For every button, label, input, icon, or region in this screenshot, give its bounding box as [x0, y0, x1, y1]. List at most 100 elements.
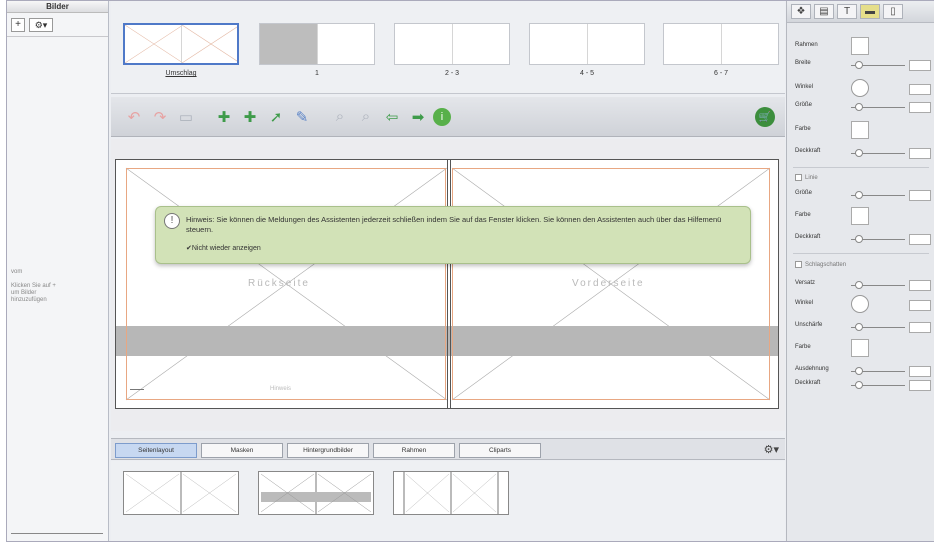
thumbnail-label: 4 - 5: [579, 70, 594, 77]
edit-tool-icon[interactable]: ✎: [291, 106, 313, 128]
images-hint-line4: hinzuzufügen: [11, 297, 47, 303]
property-label: Deckkraft: [795, 380, 821, 386]
line-opacity-slider[interactable]: [851, 235, 905, 243]
slider-knob[interactable]: [855, 323, 863, 331]
angle-value-field[interactable]: [909, 84, 931, 95]
slider-knob[interactable]: [855, 103, 863, 111]
opacity-value-field[interactable]: [909, 148, 931, 159]
offset-slider[interactable]: [851, 281, 905, 289]
thumbnail-label: 2 - 3: [444, 70, 459, 77]
shadow-checkbox[interactable]: [795, 261, 802, 268]
thumbnail-page-4-5[interactable]: [529, 23, 645, 65]
section-label: Schlagschatten: [805, 262, 847, 269]
property-label: Farbe: [795, 344, 811, 350]
images-gear-menu-button[interactable]: ⚙▾: [29, 17, 53, 32]
slider-knob[interactable]: [855, 281, 863, 289]
add-image-box-icon[interactable]: ✚: [213, 106, 235, 128]
shadow-opacity-value-field[interactable]: [909, 380, 931, 391]
text-tab-icon[interactable]: T: [837, 4, 857, 19]
line-size-value-field[interactable]: [909, 190, 931, 201]
spread-value-field[interactable]: [909, 366, 931, 377]
page-marker: [130, 389, 144, 390]
notification-text: Hinweis: Sie können die Meldungen des As…: [186, 215, 722, 234]
redo-icon[interactable]: ↷: [149, 106, 171, 128]
color-swatch[interactable]: [851, 121, 869, 139]
shadow-color-swatch[interactable]: [851, 339, 869, 357]
line-color-swatch[interactable]: [851, 207, 869, 225]
offset-value-field[interactable]: [909, 280, 931, 291]
add-text-box-icon[interactable]: ✚: [239, 106, 261, 128]
size-value-field[interactable]: [909, 102, 931, 113]
slider-knob[interactable]: [855, 367, 863, 375]
tab-backgrounds[interactable]: Hintergrundbilder: [287, 443, 369, 458]
shadow-section-header[interactable]: Schlagschatten: [795, 261, 927, 268]
slider-knob[interactable]: [855, 235, 863, 243]
save-icon[interactable]: ▭: [175, 106, 197, 128]
dont-show-again-checkbox[interactable]: ✔Nicht wieder anzeigen: [186, 244, 261, 252]
line-size-slider[interactable]: [851, 191, 905, 199]
zoom-out-icon[interactable]: ⌕: [355, 106, 377, 128]
slider-knob[interactable]: [855, 61, 863, 69]
gear-icon[interactable]: ⚙▾: [764, 443, 779, 456]
shadow-opacity-slider[interactable]: [851, 381, 905, 389]
thumbnail-page-1[interactable]: [259, 23, 375, 65]
undo-icon[interactable]: ↶: [123, 106, 145, 128]
line-opacity-value-field[interactable]: [909, 234, 931, 245]
blur-value-field[interactable]: [909, 322, 931, 333]
layout-option[interactable]: [258, 471, 374, 515]
blur-slider[interactable]: [851, 323, 905, 331]
tab-masks[interactable]: Masken: [201, 443, 283, 458]
images-hint-line1: vom: [11, 269, 23, 275]
angle-dial[interactable]: [851, 79, 869, 97]
next-page-icon[interactable]: ➡: [407, 106, 429, 128]
import-icon[interactable]: ➚: [265, 106, 287, 128]
shadow-angle-dial[interactable]: [851, 295, 869, 313]
front-cover-label: Vorderseite: [572, 278, 645, 289]
zoom-in-icon[interactable]: ⌕: [329, 106, 351, 128]
page-spread: Rückseite Vorderseite Hinweis: [115, 159, 779, 409]
spread-slider[interactable]: [851, 367, 905, 375]
properties-panel: ❖ ▤ T ▬ ▯ Rahmen Breite Winkel Größe Far…: [786, 1, 934, 541]
tab-cliparts[interactable]: Cliparts: [459, 443, 541, 458]
size-slider[interactable]: [851, 103, 905, 111]
layout-option[interactable]: [393, 471, 509, 515]
page-tab-icon[interactable]: ▯: [883, 4, 903, 19]
tab-page-layout[interactable]: Seitenlayout: [115, 443, 197, 458]
shadow-angle-value-field[interactable]: [909, 300, 931, 311]
width-value-field[interactable]: [909, 60, 931, 71]
slider-knob[interactable]: [855, 381, 863, 389]
back-cover-label: Rückseite: [248, 278, 310, 289]
layout-tab-icon[interactable]: ▤: [814, 4, 834, 19]
line-section-header[interactable]: Linie: [795, 174, 927, 181]
property-label: Farbe: [795, 126, 811, 132]
assistant-notification[interactable]: ! Hinweis: Sie können die Meldungen des …: [155, 206, 751, 264]
thumbnail-cover[interactable]: [123, 23, 239, 65]
property-label: Winkel: [795, 300, 814, 306]
color-palette-icon[interactable]: ❖: [791, 4, 811, 19]
property-row-shadow-opacity: Deckkraft: [795, 379, 931, 393]
page-thumbnail-strip: Umschlag 1 2 - 3 4 - 5 6 - 7: [111, 1, 785, 94]
opacity-slider[interactable]: [851, 149, 905, 157]
book-spine[interactable]: [447, 160, 451, 408]
layout-option[interactable]: [123, 471, 239, 515]
width-slider[interactable]: [851, 61, 905, 69]
slider-knob[interactable]: [855, 149, 863, 157]
editor-canvas: Rückseite Vorderseite Hinweis ! Hinweis:…: [111, 139, 785, 431]
tab-frames[interactable]: Rahmen: [373, 443, 455, 458]
border-color-swatch[interactable]: [851, 37, 869, 55]
thumbnail-page-6-7[interactable]: [663, 23, 779, 65]
property-row-shadow-angle: Winkel: [795, 295, 931, 313]
info-icon[interactable]: i: [433, 107, 451, 126]
effects-tab-icon[interactable]: ▬: [860, 4, 880, 19]
layout-gallery: [111, 461, 785, 541]
line-checkbox[interactable]: [795, 174, 802, 181]
section-divider: [793, 167, 929, 168]
previous-page-icon[interactable]: ⇦: [381, 106, 403, 128]
slider-knob[interactable]: [855, 191, 863, 199]
cart-icon[interactable]: 🛒: [755, 107, 775, 127]
images-scrollbar[interactable]: [11, 533, 103, 537]
add-image-button[interactable]: +: [11, 17, 25, 32]
thumbnail-page-2-3[interactable]: [394, 23, 510, 65]
app-window: Bilder + ⚙▾ vom Klicken Sie auf + um Bil…: [6, 0, 934, 542]
property-row-shadow-color: Farbe: [795, 339, 927, 357]
